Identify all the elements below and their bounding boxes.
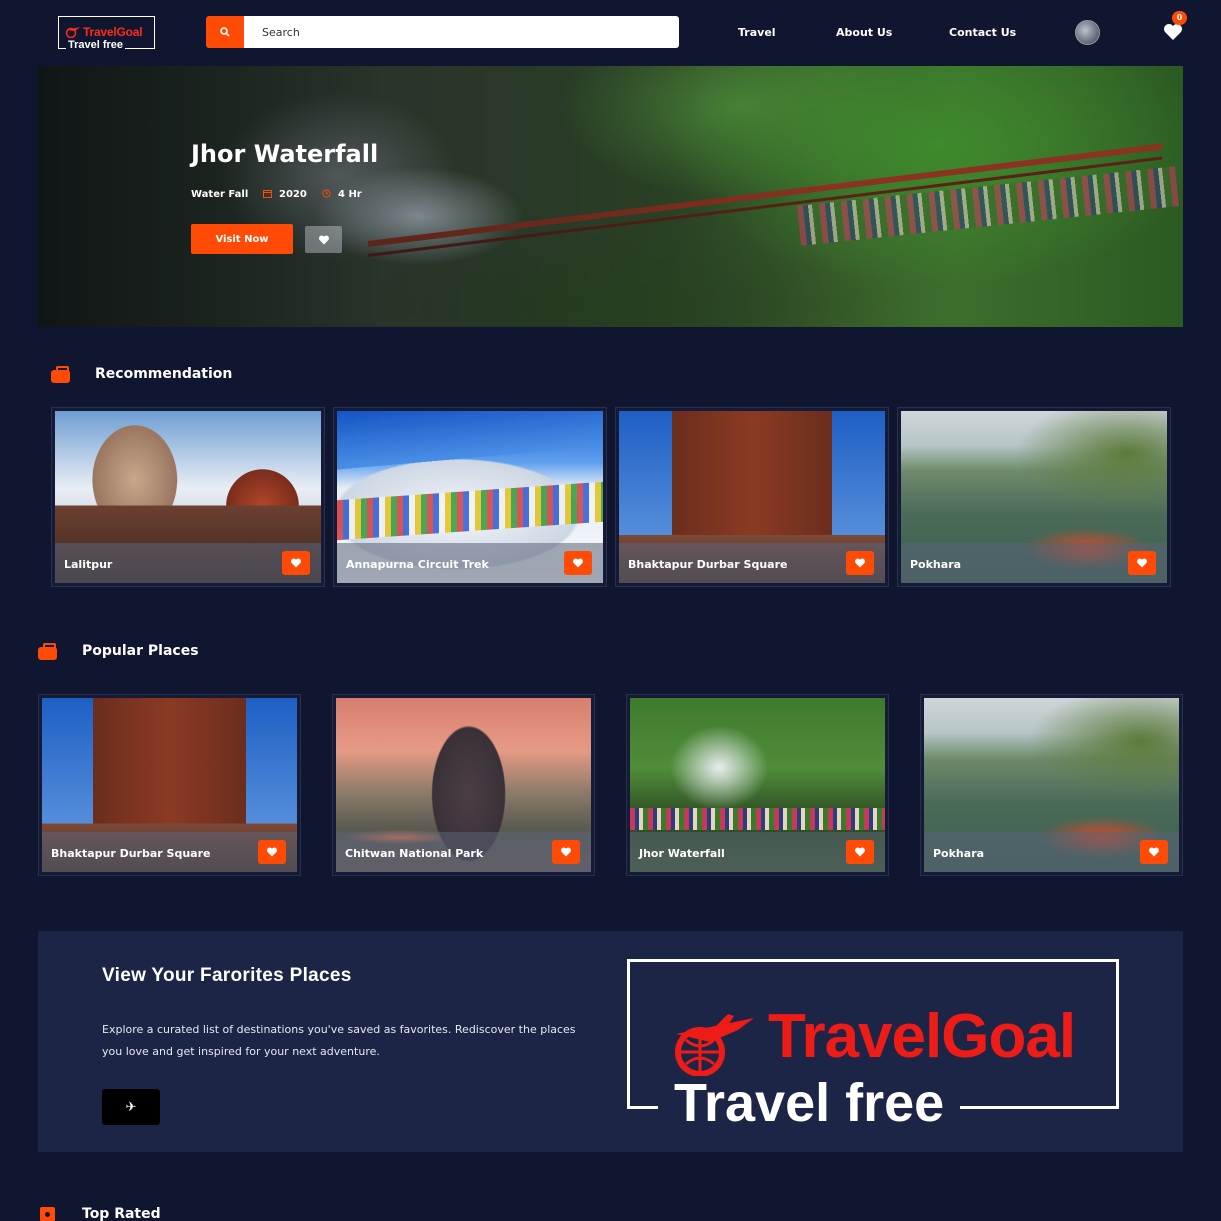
favorite-button[interactable] <box>564 551 592 575</box>
popular-card[interactable]: Chitwan National Park <box>332 694 595 876</box>
favorite-button[interactable] <box>846 551 874 575</box>
favorite-button[interactable] <box>846 840 874 864</box>
search-icon <box>220 27 230 37</box>
place-name: Annapurna Circuit Trek <box>346 558 489 571</box>
heart-icon <box>855 847 865 857</box>
hero-duration: 4 Hr <box>338 189 362 200</box>
place-image: Jhor Waterfall <box>630 698 885 872</box>
nav-about-us[interactable]: About Us <box>836 26 892 39</box>
brand-logo[interactable]: TravelGoal Travel free <box>58 16 155 51</box>
logo-tagline: Travel free <box>66 39 126 51</box>
popular-card[interactable]: Pokhara <box>920 694 1183 876</box>
heart-icon <box>318 235 329 244</box>
place-image: Bhaktapur Durbar Square <box>42 698 297 872</box>
place-name: Chitwan National Park <box>345 847 484 860</box>
favorites-banner: View Your Farorites Places Explore a cur… <box>38 931 1183 1152</box>
search-input[interactable] <box>244 16 679 48</box>
logo-text: TravelGoal <box>83 25 143 39</box>
place-image: Lalitpur <box>55 411 321 583</box>
nav-contact-us[interactable]: Contact Us <box>949 26 1016 39</box>
star-badge-icon <box>40 1207 55 1221</box>
place-image: Bhaktapur Durbar Square <box>619 411 885 583</box>
heart-icon <box>855 558 865 568</box>
briefcase-icon <box>38 643 57 660</box>
place-name: Pokhara <box>933 847 985 860</box>
visit-now-button[interactable]: Visit Now <box>191 224 293 254</box>
recommendation-card[interactable]: Bhaktapur Durbar Square <box>615 407 889 587</box>
heart-icon <box>573 558 583 568</box>
airplane-icon: ✈ <box>125 1099 137 1114</box>
popular-card[interactable]: Bhaktapur Durbar Square <box>38 694 301 876</box>
search-button[interactable] <box>206 16 244 48</box>
hero-title: Jhor Waterfall <box>191 140 379 168</box>
brand-logo-large: TravelGoal Travel free <box>627 959 1119 1130</box>
heart-icon <box>291 558 301 568</box>
plane-globe-icon <box>65 27 80 38</box>
favorites-count-badge: 0 <box>1172 11 1187 25</box>
place-name: Bhaktapur Durbar Square <box>51 847 211 860</box>
favorite-button[interactable] <box>1140 840 1168 864</box>
logo-tagline-large: Travel free <box>658 1076 961 1130</box>
place-image: Annapurna Circuit Trek <box>337 411 603 583</box>
favorite-button[interactable] <box>1128 551 1156 575</box>
calendar-icon <box>263 190 272 198</box>
favorites-banner-title: View Your Farorites Places <box>102 965 352 986</box>
popular-places-title: Popular Places <box>82 643 199 659</box>
recommendation-card[interactable]: Pokhara <box>897 407 1171 587</box>
heart-icon <box>1149 847 1159 857</box>
clock-icon <box>322 189 331 198</box>
heart-icon <box>1137 558 1147 568</box>
place-name: Pokhara <box>910 558 962 571</box>
place-name: Lalitpur <box>64 558 113 571</box>
briefcase-icon <box>51 366 70 383</box>
heart-icon <box>561 847 571 857</box>
recommendation-card[interactable]: Annapurna Circuit Trek <box>333 407 607 587</box>
top-navbar: TravelGoal Travel free Travel About Us C… <box>0 0 1221 64</box>
place-name: Jhor Waterfall <box>639 847 725 860</box>
favorites-banner-description: Explore a curated list of destinations y… <box>102 1023 576 1058</box>
top-rated-title: Top Rated <box>82 1206 161 1221</box>
plane-globe-icon <box>675 1014 754 1076</box>
favorite-button[interactable] <box>282 551 310 575</box>
popular-card[interactable]: Jhor Waterfall <box>626 694 889 876</box>
hero-category: Water Fall <box>191 189 249 200</box>
place-image: Pokhara <box>924 698 1179 872</box>
hero-year: 2020 <box>279 189 307 200</box>
recommendation-card[interactable]: Lalitpur <box>51 407 325 587</box>
favorite-button[interactable] <box>258 840 286 864</box>
favorites-heart-icon[interactable] <box>1163 23 1183 41</box>
place-name: Bhaktapur Durbar Square <box>628 558 788 571</box>
nav-travel[interactable]: Travel <box>738 26 776 39</box>
place-image: Chitwan National Park <box>336 698 591 872</box>
heart-icon <box>267 847 277 857</box>
view-favorites-button[interactable]: ✈ <box>102 1089 160 1125</box>
hero-favorite-button[interactable] <box>305 226 342 253</box>
user-avatar[interactable] <box>1075 20 1100 45</box>
place-image: Pokhara <box>901 411 1167 583</box>
recommendation-title: Recommendation <box>95 366 233 382</box>
logo-text-large: TravelGoal <box>768 1002 1076 1071</box>
favorite-button[interactable] <box>552 840 580 864</box>
